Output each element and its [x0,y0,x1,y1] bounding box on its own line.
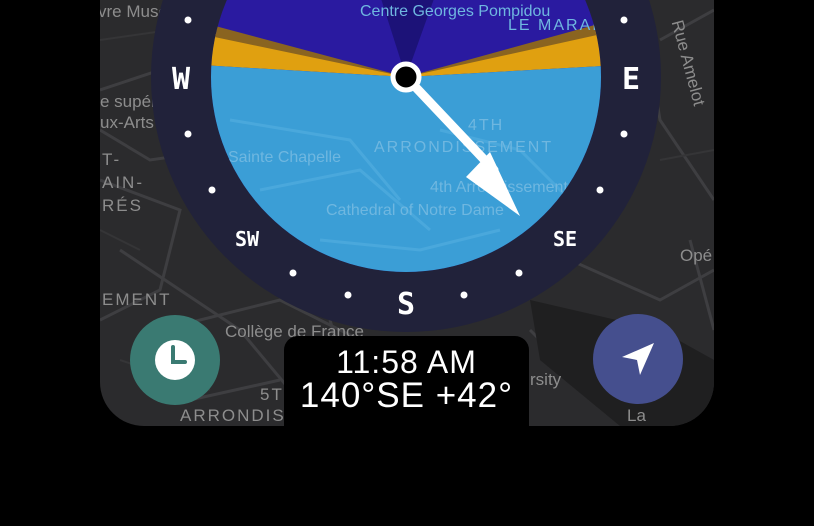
compass-southeast-label: SE [553,227,577,251]
heading-readout: 11:58 AM 140°SE +42° [284,336,529,426]
compass-southwest-label: SW [235,227,260,251]
compass-east-label: E [622,62,640,97]
map-label: 4TH [468,117,504,134]
tick-dot [289,269,297,277]
compass-west-label: W [172,62,191,97]
locate-button[interactable] [593,314,683,404]
tick-dot [620,130,628,138]
bearing-readout: 140°SE +42° [299,376,514,415]
time-button[interactable] [130,315,220,405]
clock-icon [155,340,195,380]
map-label: Cathedral of Notre Dame [326,202,504,219]
needle-pivot [390,61,422,93]
map-label: Sainte Chapelle [228,149,341,166]
tick-dot [596,186,604,194]
tick-dot [460,291,468,299]
tick-dot [184,16,192,24]
tick-dot [620,16,628,24]
tick-dot [208,186,216,194]
tick-dot [515,269,523,277]
tick-dot [184,130,192,138]
compass-south-label: S [397,287,415,322]
navigation-arrow-icon [622,343,654,375]
tick-dot [344,291,352,299]
